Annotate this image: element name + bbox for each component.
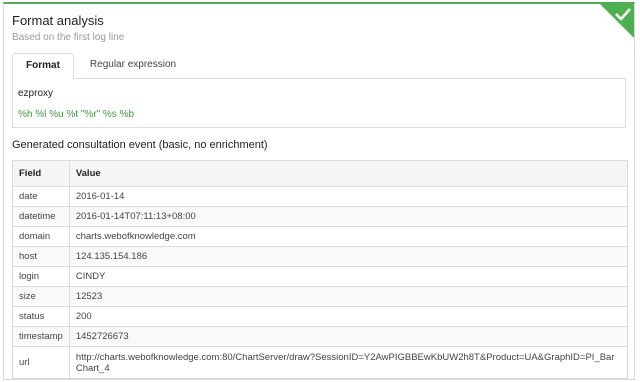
table-row: size 12523: [12, 286, 629, 307]
tab-regular-expression[interactable]: Regular expression: [78, 53, 188, 77]
field-cell: domain: [12, 226, 70, 247]
value-cell: 200: [68, 306, 629, 327]
value-cell: 2016-01-14: [68, 186, 629, 207]
table-row: status 200: [12, 306, 629, 327]
field-cell: host: [12, 246, 70, 267]
section-title: Generated consultation event (basic, no …: [12, 139, 268, 151]
table-row: url http://charts.webofknowledge.com:80/…: [12, 346, 629, 379]
tab-bar: Format Regular expression: [12, 53, 626, 80]
field-cell: login: [12, 266, 70, 287]
column-header-value: Value: [68, 160, 629, 187]
url-value: http://charts.webofknowledge.com:80/Char…: [75, 351, 615, 374]
field-cell: size: [12, 286, 70, 307]
field-cell: url: [12, 346, 70, 379]
field-cell: status: [12, 306, 70, 327]
table-row: login CINDY: [12, 266, 629, 287]
format-pattern: %h %l %u %t "%r" %s %b: [18, 109, 135, 120]
tab-format[interactable]: Format: [12, 53, 74, 80]
value-cell: charts.webofknowledge.com: [68, 226, 629, 247]
format-name: ezproxy: [18, 88, 54, 99]
tab-content: [12, 78, 626, 128]
table-row: timestamp 1452726673: [12, 326, 629, 347]
column-header-field: Field: [12, 160, 70, 187]
panel-title: Format analysis: [12, 13, 104, 28]
value-cell: CINDY: [68, 266, 629, 287]
table-row: domain charts.webofknowledge.com: [12, 226, 629, 247]
value-cell: 124.135.154.186: [68, 246, 629, 267]
panel-subtitle: Based on the first log line: [12, 32, 125, 43]
format-analysis-panel: Format analysis Based on the first log l…: [3, 2, 635, 380]
value-cell: 1452726673: [68, 326, 629, 347]
table-row: datetime 2016-01-14T07:11:13+08:00: [12, 206, 629, 227]
field-cell: datetime: [12, 206, 70, 227]
event-table: Field Value date 2016-01-14 datetime 201…: [12, 160, 629, 379]
value-cell: 12523: [68, 286, 629, 307]
field-cell: timestamp: [12, 326, 70, 347]
check-icon: [615, 8, 631, 21]
field-cell: date: [12, 186, 70, 207]
table-row: host 124.135.154.186: [12, 246, 629, 267]
value-cell: 2016-01-14T07:11:13+08:00: [68, 206, 629, 227]
table-row: date 2016-01-14: [12, 186, 629, 207]
table-header-row: Field Value: [12, 160, 629, 187]
value-cell: http://charts.webofknowledge.com:80/Char…: [68, 346, 629, 379]
